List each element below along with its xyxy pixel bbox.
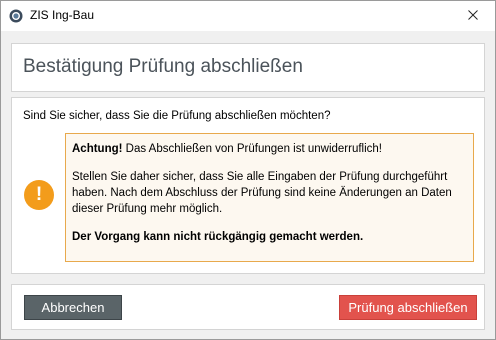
window-title: ZIS Ing-Bau xyxy=(30,8,95,22)
confirm-button[interactable]: Prüfung abschließen xyxy=(339,295,477,320)
confirmation-question: Sind Sie sicher, dass Sie die Prüfung ab… xyxy=(23,110,331,122)
close-button[interactable] xyxy=(451,1,495,31)
warning-first-text: Das Abschließen von Prüfungen ist unwide… xyxy=(122,143,382,155)
message-panel: Sind Sie sicher, dass Sie die Prüfung ab… xyxy=(11,97,485,274)
warning-paragraph: Stellen Sie daher sicher, dass Sie alle … xyxy=(72,171,452,215)
warning-label: Achtung! xyxy=(72,143,123,155)
header-panel: Bestätigung Prüfung abschließen xyxy=(11,43,485,92)
warning-final-text: Der Vorgang kann nicht rückgängig gemach… xyxy=(72,231,364,243)
close-icon[interactable] xyxy=(468,7,478,25)
exclamation-icon: ! xyxy=(24,180,54,210)
warning-box: Achtung! Das Abschließen von Prüfungen i… xyxy=(65,133,474,262)
app-logo-icon xyxy=(9,9,23,23)
button-bar: Abbrechen Prüfung abschließen xyxy=(11,284,485,330)
cancel-button[interactable]: Abbrechen xyxy=(24,295,122,320)
title-bar[interactable]: ZIS Ing-Bau xyxy=(1,1,495,31)
warning-first-line: Achtung! Das Abschließen von Prüfungen i… xyxy=(72,141,465,157)
dialog-window: ZIS Ing-Bau Bestätigung Prüfung abschlie… xyxy=(0,0,496,340)
dialog-heading: Bestätigung Prüfung abschließen xyxy=(23,56,303,77)
warning-final-note: Der Vorgang kann nicht rückgängig gemach… xyxy=(72,229,465,245)
